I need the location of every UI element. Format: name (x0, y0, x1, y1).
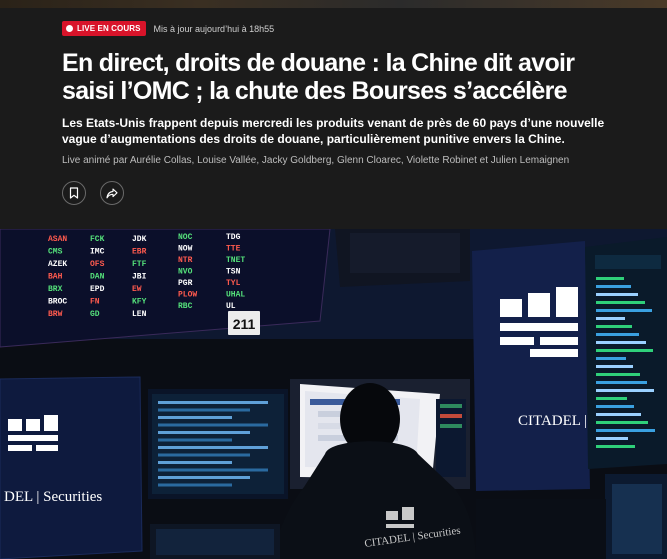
live-dot-icon (66, 25, 73, 32)
ticker-cell: TTE (226, 245, 241, 254)
monitor-line (596, 437, 628, 440)
headline: En direct, droits de douane : la Chine d… (62, 49, 575, 105)
ticker-cell: OFS (90, 260, 105, 269)
ticker-cell: TNET (226, 256, 245, 265)
live-badge-label: LIVE EN COURS (77, 24, 141, 33)
monitor-line (596, 325, 632, 328)
brand-left: DEL | Securities (4, 489, 102, 505)
authors-line: Live animé par Aurélie Collas, Louise Va… (62, 155, 570, 166)
monitor-line (158, 431, 250, 434)
ticker-cell: TYL (226, 279, 241, 288)
monitor-line (158, 453, 250, 457)
monitor-line (596, 357, 626, 360)
ticker-cell: FCK (90, 235, 105, 244)
top-image-strip (0, 0, 667, 8)
bookmark-icon (69, 187, 79, 199)
ticker-cell: TSN (226, 268, 241, 277)
ticker-cell: BRX (48, 285, 63, 294)
ticker-cell: PLOW (178, 291, 197, 300)
ticker-cell: EPD (90, 285, 105, 294)
ticker-cell: NOC (178, 233, 193, 242)
brand-right: CITADEL | S (518, 413, 599, 429)
monitor-line (158, 416, 232, 419)
ticker-cell: DAN (90, 273, 105, 282)
bookmark-button[interactable] (62, 181, 86, 205)
monitor-line (596, 373, 640, 376)
article-header: LIVE EN COURS Mis à jour aujourd’hui à 1… (0, 8, 667, 229)
ticker-cell: EW (132, 285, 142, 294)
ticker-cell: UL (226, 302, 236, 311)
stock-monitor-right (585, 237, 667, 469)
trading-floor-photo: ASAN FCK JDK CMS IMC EBR AZEK OFS FTF BAH DAN JBI BR… (0, 229, 667, 559)
monitor-line (158, 446, 268, 449)
ticker-cell: BAH (48, 273, 63, 282)
share-icon (106, 187, 118, 198)
monitor-line (596, 317, 625, 320)
monitor-line (596, 445, 635, 448)
monitor-line (596, 277, 624, 280)
live-badge: LIVE EN COURS (62, 21, 146, 36)
ticker-cell: FTF (132, 260, 147, 269)
monitor-line (596, 429, 655, 432)
ticker-cell: UHAL (226, 291, 245, 300)
monitor-line (596, 293, 638, 296)
ticker-cell: TDG (226, 233, 241, 242)
monitor-line (158, 401, 268, 404)
monitor-line (158, 483, 232, 487)
ticker-cell: AZEK (48, 260, 67, 269)
monitor-line (158, 423, 268, 427)
monitor-line (596, 341, 646, 344)
ticker-cell: LEN (132, 310, 147, 319)
ticker-cell: NTR (178, 256, 193, 265)
ticker-cell: BRW (48, 310, 63, 319)
monitor-line (596, 285, 631, 288)
monitor-line (596, 349, 653, 352)
citadel-screen-right: CITADEL | S (472, 241, 599, 491)
monitor-line (596, 309, 652, 312)
ticker-cell: NOW (178, 245, 193, 254)
monitor-line (158, 476, 250, 479)
ticker-cell: CMS (48, 248, 63, 257)
post-number-sign: 211 (228, 311, 260, 335)
ticker-cell: FN (90, 298, 100, 307)
citadel-screen-left: DEL | Securities (0, 376, 143, 559)
ticker-cell: IMC (90, 248, 105, 257)
post-number: 211 (233, 316, 256, 332)
monitor-line (158, 461, 232, 464)
monitor-line (596, 365, 633, 368)
ticker-cell: EBR (132, 248, 147, 257)
monitor-line (596, 333, 639, 336)
monitor-line (596, 301, 645, 304)
monitor-line (596, 413, 641, 416)
ticker-cell: ASAN (48, 235, 67, 244)
monitor-line (596, 405, 634, 408)
monitor-line (596, 381, 647, 384)
ticker-cell: RBC (178, 302, 193, 311)
ticker-cell: PGR (178, 279, 193, 288)
meta-row: LIVE EN COURS Mis à jour aujourd’hui à 1… (62, 21, 627, 36)
monitor-line (596, 389, 654, 392)
ticker-cell: NVO (178, 268, 193, 277)
ticker-cell: JDK (132, 235, 147, 244)
article-actions (62, 181, 627, 205)
ticker-cell: BROC (48, 298, 67, 307)
ticker-cell: KFY (132, 298, 147, 307)
monitor-line (158, 438, 232, 442)
monitor-line (596, 397, 627, 400)
lede: Les Etats-Unis frappent depuis mercredi … (62, 116, 605, 146)
monitor-line (596, 421, 648, 424)
share-button[interactable] (100, 181, 124, 205)
monitor-line (158, 468, 268, 472)
ticker-cell: GD (90, 310, 100, 319)
monitor-line (158, 408, 250, 412)
ticker-cell: JBI (132, 273, 147, 282)
updated-timestamp: Mis à jour aujourd’hui à 18h55 (153, 23, 275, 34)
